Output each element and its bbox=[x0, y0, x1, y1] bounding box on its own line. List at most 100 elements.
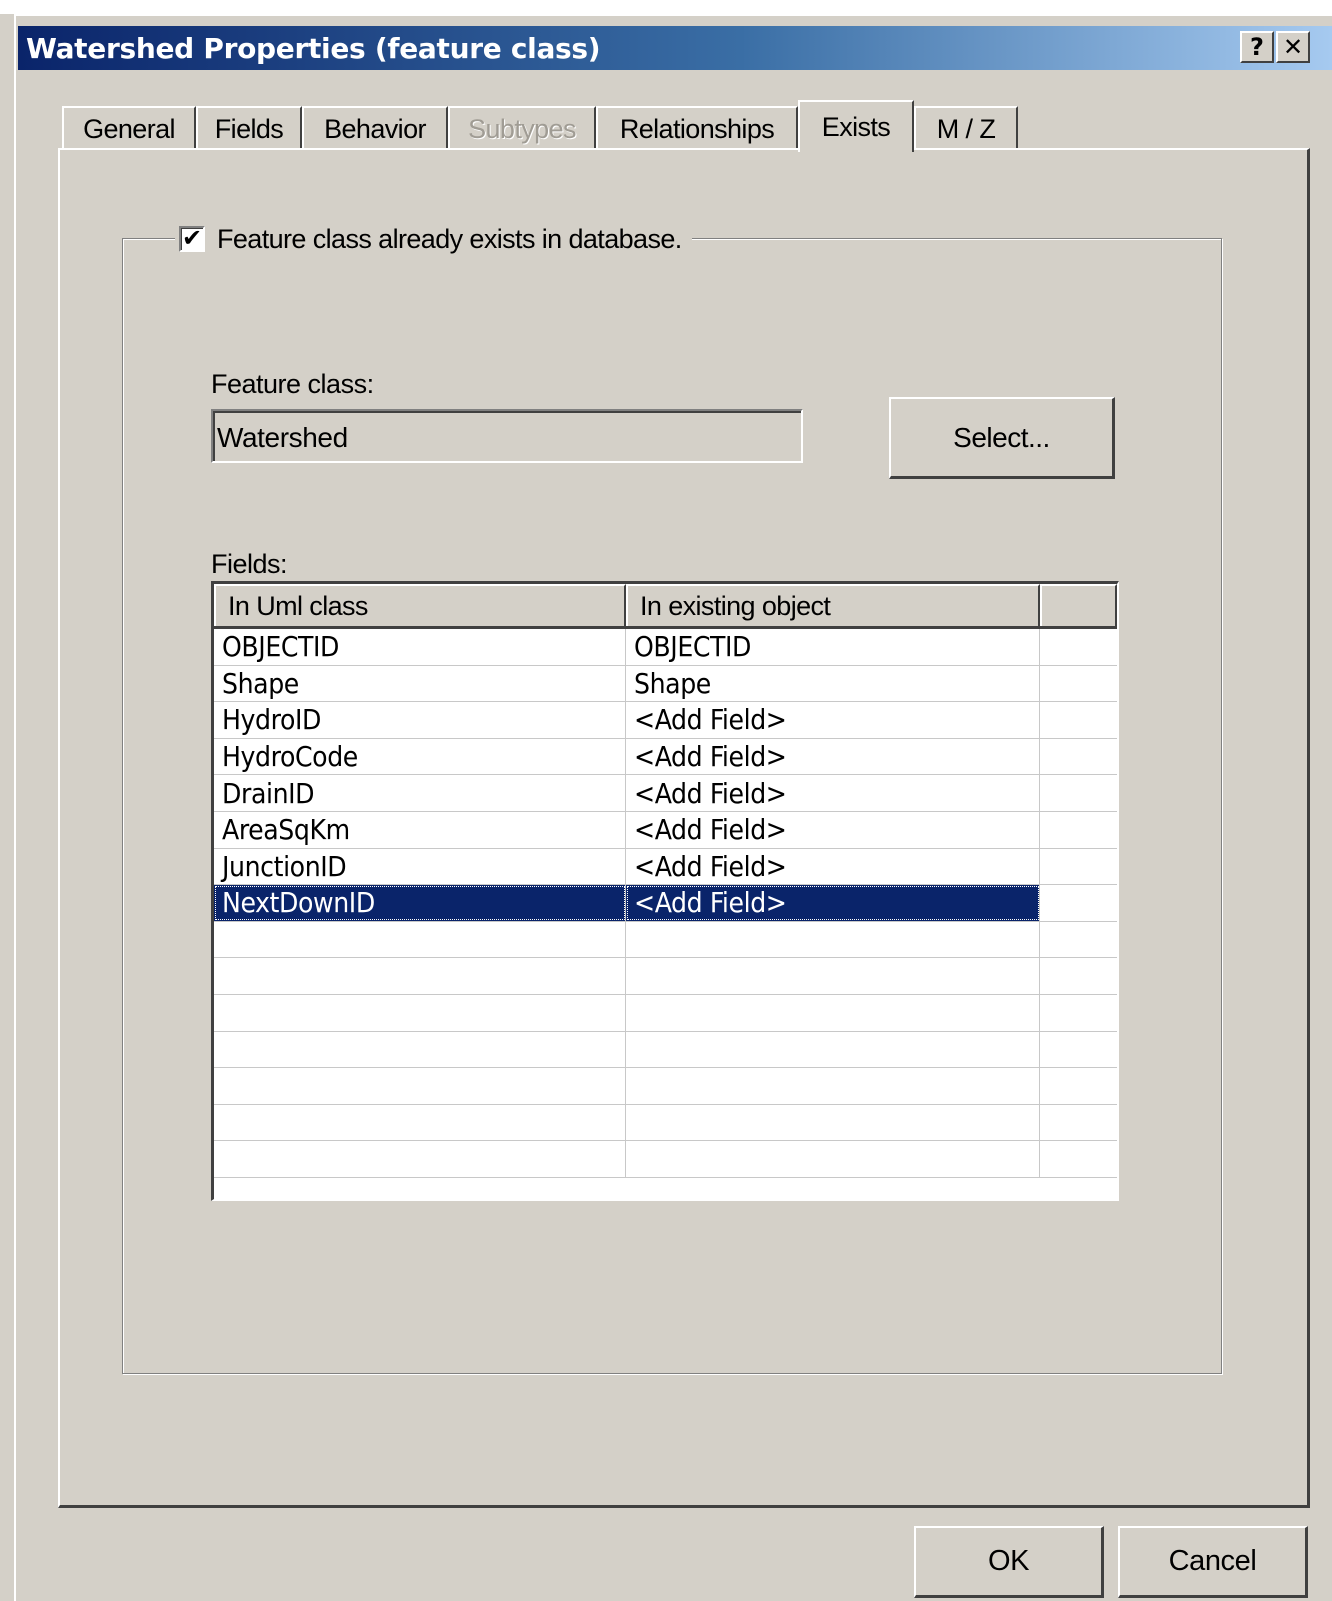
tab-m-z[interactable]: M / Z bbox=[914, 106, 1018, 150]
empty-cell bbox=[214, 1141, 626, 1177]
ok-button[interactable]: OK bbox=[914, 1526, 1104, 1598]
table-row[interactable]: OBJECTID OBJECTID bbox=[214, 629, 1117, 666]
empty-cell bbox=[214, 1104, 626, 1141]
existing-field-cell[interactable]: Shape bbox=[626, 665, 1040, 702]
select-button[interactable]: Select... bbox=[889, 397, 1115, 479]
uml-field-cell[interactable]: HydroID bbox=[214, 702, 626, 738]
uml-field-cell[interactable]: Shape bbox=[214, 665, 626, 702]
empty-cell bbox=[1040, 629, 1117, 665]
exists-checkbox[interactable]: ✔ bbox=[179, 226, 205, 252]
uml-field-cell[interactable]: DrainID bbox=[214, 775, 626, 811]
empty-table-row[interactable] bbox=[214, 1068, 1117, 1105]
tab-label: Behavior bbox=[324, 113, 426, 144]
existing-field-cell[interactable]: <Add Field> bbox=[626, 738, 1040, 775]
empty-cell bbox=[626, 1031, 1040, 1068]
empty-cell bbox=[1040, 1032, 1117, 1068]
table-row[interactable]: JunctionID <Add Field> bbox=[214, 848, 1117, 886]
tab-subtypes: Subtypes bbox=[448, 106, 596, 150]
grid-header: In Uml class In existing object bbox=[214, 584, 1117, 629]
empty-table-row[interactable] bbox=[214, 994, 1117, 1032]
tab-label: M / Z bbox=[936, 113, 996, 144]
existing-field-cell[interactable]: <Add Field> bbox=[626, 702, 1040, 738]
table-row[interactable]: AreaSqKm <Add Field> bbox=[214, 811, 1117, 849]
properties-dialog: Watershed Properties (feature class) ? ✕… bbox=[14, 14, 1332, 1601]
tab-general[interactable]: General bbox=[62, 106, 196, 150]
tab-behavior[interactable]: Behavior bbox=[302, 106, 448, 150]
empty-cell bbox=[626, 1068, 1040, 1104]
empty-table-row[interactable] bbox=[214, 1031, 1117, 1069]
window-title: Watershed Properties (feature class) bbox=[26, 32, 601, 65]
empty-table-row[interactable] bbox=[214, 1141, 1117, 1178]
existing-field-cell[interactable]: OBJECTID bbox=[626, 629, 1040, 665]
fields-grid[interactable]: In Uml class In existing object OBJECTID… bbox=[211, 581, 1119, 1201]
empty-table-row[interactable] bbox=[214, 958, 1117, 995]
table-row[interactable]: HydroCode <Add Field> bbox=[214, 738, 1117, 776]
tab-label: General bbox=[83, 113, 175, 144]
close-button[interactable]: ✕ bbox=[1276, 31, 1310, 63]
column-header-uml-class[interactable]: In Uml class bbox=[214, 584, 626, 626]
uml-field-cell[interactable]: NextDownID bbox=[214, 885, 626, 921]
empty-cell bbox=[1040, 849, 1117, 885]
tab-label: Relationships bbox=[619, 113, 775, 144]
empty-cell bbox=[214, 994, 626, 1031]
help-icon: ? bbox=[1250, 33, 1264, 61]
existing-field-cell[interactable]: <Add Field> bbox=[626, 811, 1040, 848]
empty-cell bbox=[626, 1141, 1040, 1177]
empty-cell bbox=[1040, 1105, 1117, 1141]
empty-cell bbox=[1040, 702, 1117, 738]
tab-exists[interactable]: Exists bbox=[798, 100, 914, 152]
empty-cell bbox=[626, 958, 1040, 994]
empty-cell bbox=[1040, 958, 1117, 994]
grid-body: OBJECTID OBJECTID Shape Shape HydroID <Add Fi… bbox=[214, 629, 1117, 1178]
column-header-empty bbox=[1040, 584, 1117, 626]
check-mark-icon: ✔ bbox=[181, 225, 203, 252]
close-icon: ✕ bbox=[1282, 33, 1304, 61]
empty-cell bbox=[214, 1068, 626, 1104]
exists-checkbox-label[interactable]: Feature class already exists in database… bbox=[217, 224, 682, 255]
empty-cell bbox=[214, 921, 626, 958]
empty-cell bbox=[626, 994, 1040, 1031]
tab-relationships[interactable]: Relationships bbox=[596, 106, 798, 150]
tab-strip: General Fields Behavior Subtypes Relatio… bbox=[62, 100, 1062, 152]
exists-checkbox-row[interactable]: ✔ Feature class already exists in databa… bbox=[175, 221, 692, 257]
empty-table-row[interactable] bbox=[214, 921, 1117, 959]
empty-cell bbox=[1040, 812, 1117, 848]
cancel-button[interactable]: Cancel bbox=[1118, 1526, 1308, 1598]
empty-cell bbox=[1040, 995, 1117, 1031]
column-header-existing-object[interactable]: In existing object bbox=[626, 584, 1040, 626]
uml-field-cell[interactable]: JunctionID bbox=[214, 848, 626, 885]
empty-cell bbox=[1040, 922, 1117, 958]
empty-cell bbox=[626, 921, 1040, 958]
table-row[interactable]: DrainID <Add Field> bbox=[214, 775, 1117, 812]
fields-label: Fields: bbox=[211, 549, 288, 579]
empty-cell bbox=[1040, 666, 1117, 702]
empty-cell bbox=[214, 958, 626, 994]
empty-cell bbox=[1040, 739, 1117, 775]
uml-field-cell[interactable]: OBJECTID bbox=[214, 629, 626, 665]
tab-label: Subtypes bbox=[468, 113, 576, 144]
title-bar[interactable]: Watershed Properties (feature class) ? ✕ bbox=[18, 26, 1332, 70]
uml-field-cell[interactable]: AreaSqKm bbox=[214, 811, 626, 848]
existing-field-cell[interactable]: <Add Field> bbox=[626, 775, 1040, 811]
tab-fields[interactable]: Fields bbox=[196, 106, 302, 150]
empty-table-row[interactable] bbox=[214, 1104, 1117, 1142]
background-document-strip bbox=[0, 0, 1332, 14]
tab-label: Fields bbox=[214, 113, 284, 144]
feature-class-label: Feature class: bbox=[211, 369, 374, 399]
tab-label: Exists bbox=[821, 111, 891, 142]
uml-field-cell[interactable]: HydroCode bbox=[214, 738, 626, 775]
help-button[interactable]: ? bbox=[1240, 31, 1274, 63]
exists-tab-panel: ✔ Feature class already exists in databa… bbox=[58, 148, 1310, 1508]
empty-cell bbox=[1040, 775, 1117, 811]
table-row[interactable]: Shape Shape bbox=[214, 665, 1117, 703]
existing-field-cell[interactable]: <Add Field> bbox=[626, 885, 1040, 921]
empty-cell bbox=[214, 1031, 626, 1068]
empty-cell bbox=[1040, 1141, 1117, 1177]
empty-cell bbox=[626, 1104, 1040, 1141]
table-row[interactable]: NextDownID <Add Field> bbox=[214, 885, 1117, 922]
feature-class-field[interactable] bbox=[211, 409, 803, 463]
table-row[interactable]: HydroID <Add Field> bbox=[214, 702, 1117, 739]
empty-cell bbox=[1040, 885, 1117, 921]
existing-field-cell[interactable]: <Add Field> bbox=[626, 848, 1040, 885]
exists-group-box: ✔ Feature class already exists in databa… bbox=[122, 221, 1222, 1374]
